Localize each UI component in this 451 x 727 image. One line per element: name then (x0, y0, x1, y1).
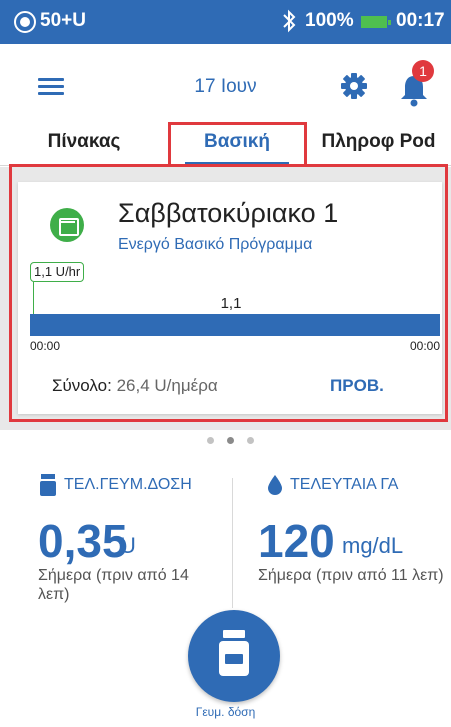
status-bar: 50+U 100% 00:17 (0, 0, 451, 44)
screen: 50+U 100% 00:17 17 Ιουν 1 Πίνακας Βασική… (0, 0, 451, 727)
last-bg-time: Σήμερα (πριν από 11 λεπ) (258, 567, 444, 584)
vial-icon (40, 474, 56, 496)
drop-icon (268, 475, 282, 495)
tab-pod-info[interactable]: Πληροφ Pod (306, 116, 451, 166)
last-bg-value: 120 (258, 515, 335, 567)
tab-highlight-frame (168, 122, 307, 167)
last-bg-title: ΤΕΛΕΥΤΑΙΑ ΓΑ (290, 476, 399, 493)
notifications-button[interactable]: 1 (396, 60, 436, 107)
notification-badge: 1 (412, 60, 434, 82)
clock: 00:17 (396, 10, 445, 31)
pod-icon (14, 11, 36, 33)
page-dot (207, 437, 214, 444)
bluetooth-icon (282, 9, 296, 39)
insulin-vial-icon (219, 630, 249, 676)
last-bg-unit: mg/dL (342, 533, 404, 558)
summary-divider (232, 478, 233, 608)
page-dot-active (227, 437, 234, 444)
last-bolus-value: 0,35 (38, 515, 128, 567)
last-bolus-time: Σήμερα (πριν από 14 λεπ) (38, 567, 189, 603)
tab-dashboard[interactable]: Πίνακας (0, 116, 168, 166)
page-indicator (205, 433, 265, 447)
battery-percent: 100% (305, 10, 354, 31)
pod-status-text: 50+U (40, 10, 86, 31)
bolus-button[interactable] (188, 610, 280, 702)
bolus-button-label: Γευμ. δόση (195, 705, 256, 719)
last-bolus-title: ΤΕΛ.ΓΕΥΜ.ΔΟΣΗ (64, 476, 192, 493)
app-header: 17 Ιουν 1 (0, 44, 451, 116)
battery-icon (360, 15, 391, 29)
header-date: 17 Ιουν (194, 76, 257, 97)
page-dot (247, 437, 254, 444)
gear-icon[interactable] (340, 72, 368, 100)
card-highlight-frame (9, 164, 448, 422)
last-bolus-unit: U (120, 533, 136, 558)
